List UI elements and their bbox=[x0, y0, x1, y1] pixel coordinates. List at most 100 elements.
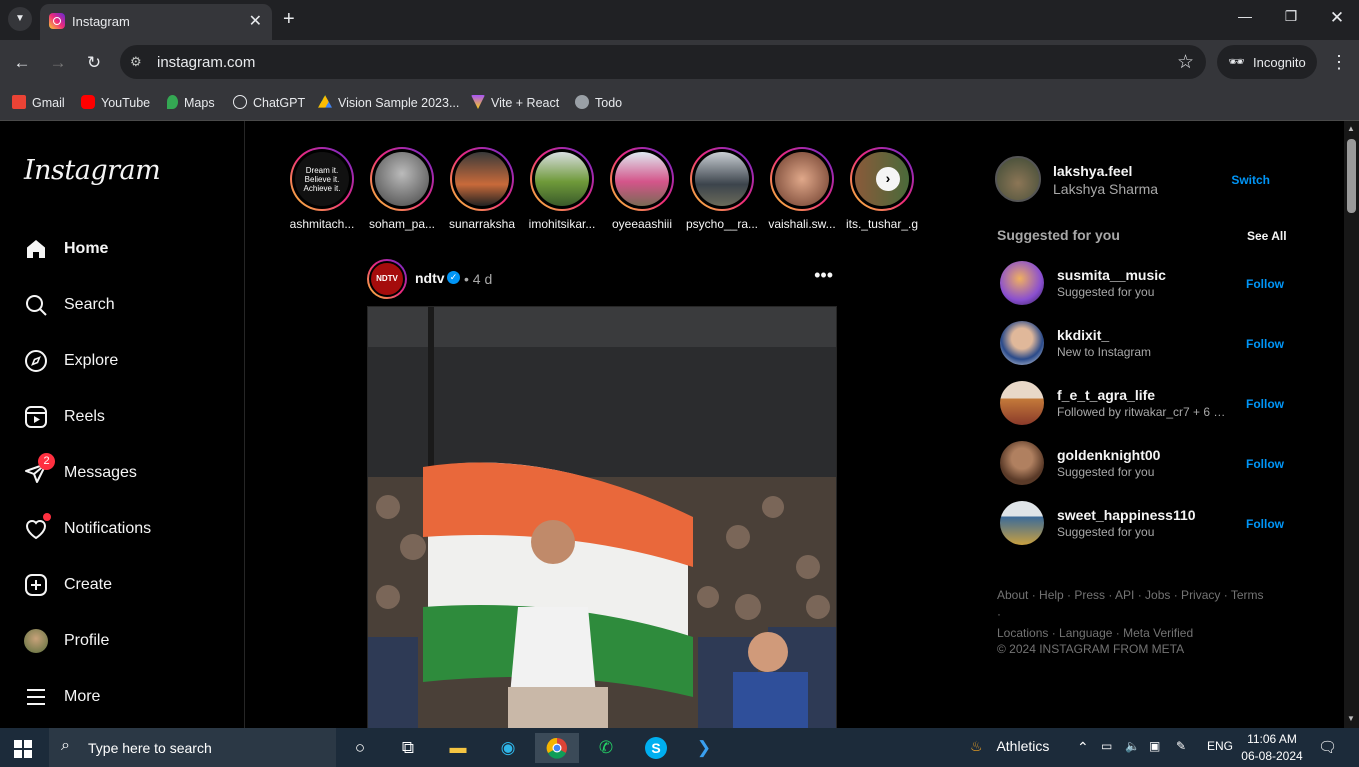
notification-center-icon[interactable]: 🗨 bbox=[1318, 738, 1337, 756]
forward-button[interactable]: → bbox=[46, 51, 70, 75]
sidebar-item-home[interactable]: Home bbox=[24, 237, 234, 265]
post-more-options-icon[interactable]: ••• bbox=[814, 265, 833, 286]
instagram-logo[interactable]: Instagram bbox=[24, 155, 161, 186]
suggestion-username[interactable]: kkdixit_ bbox=[1057, 327, 1109, 343]
footer-links[interactable]: About · Help · Press · API · Jobs · Priv… bbox=[997, 586, 1267, 643]
suggestion-avatar[interactable] bbox=[1000, 321, 1044, 365]
tab-search-button[interactable]: ▼ bbox=[8, 7, 32, 31]
current-account-avatar[interactable] bbox=[995, 156, 1041, 202]
suggestion-avatar[interactable] bbox=[1000, 441, 1044, 485]
restore-button[interactable]: ❐ bbox=[1268, 8, 1314, 32]
sidebar-item-messages[interactable]: 2 Messages bbox=[24, 453, 234, 489]
switch-account-button[interactable]: Switch bbox=[1231, 173, 1270, 187]
suggestion-item: sweet_happiness110 Suggested for you Fol… bbox=[1000, 501, 1285, 547]
bookmark-maps[interactable]: Maps bbox=[167, 92, 215, 114]
suggestion-subtitle: New to Instagram bbox=[1057, 345, 1152, 359]
story-username: ashmitach... bbox=[289, 217, 355, 231]
suggestion-username[interactable]: susmita__music bbox=[1057, 267, 1166, 283]
bookmark-gmail[interactable]: Gmail bbox=[12, 92, 65, 114]
bookmark-chatgpt[interactable]: ChatGPT bbox=[233, 92, 305, 114]
follow-button[interactable]: Follow bbox=[1246, 277, 1284, 291]
sidebar-item-reels[interactable]: Reels bbox=[24, 405, 234, 433]
sidebar-item-notifications[interactable]: Notifications bbox=[24, 513, 234, 545]
follow-button[interactable]: Follow bbox=[1246, 337, 1284, 351]
suggestion-subtitle: Suggested for you bbox=[1057, 285, 1155, 299]
skype-icon[interactable]: S bbox=[641, 733, 671, 763]
suggestion-username[interactable]: sweet_happiness110 bbox=[1057, 507, 1196, 523]
sidebar-item-search[interactable]: Search bbox=[24, 293, 234, 321]
chrome-icon[interactable] bbox=[535, 733, 579, 763]
footer-links-line[interactable]: About · Help · Press · API · Jobs · Priv… bbox=[997, 586, 1267, 624]
file-explorer-icon[interactable]: ▬ bbox=[443, 733, 473, 763]
suggestion-item: goldenknight00 Suggested for you Follow bbox=[1000, 441, 1285, 487]
suggestion-username[interactable]: f_e_t_agra_life bbox=[1057, 387, 1155, 403]
suggestion-item: kkdixit_ New to Instagram Follow bbox=[1000, 321, 1285, 367]
see-all-button[interactable]: See All bbox=[1247, 229, 1287, 243]
new-tab-button[interactable]: + bbox=[283, 9, 295, 29]
url-text[interactable]: instagram.com bbox=[157, 54, 255, 71]
reload-button[interactable]: ↻ bbox=[82, 51, 106, 75]
scrollbar-thumb[interactable] bbox=[1347, 139, 1356, 213]
bookmark-label: Todo bbox=[595, 96, 623, 110]
gmail-icon bbox=[12, 95, 26, 109]
post-media[interactable] bbox=[367, 306, 837, 728]
sidebar-item-profile[interactable]: Profile bbox=[24, 629, 234, 657]
story-username: vaishali.sw... bbox=[768, 217, 836, 231]
suggestion-avatar[interactable] bbox=[1000, 501, 1044, 545]
whatsapp-icon[interactable]: ✆ bbox=[591, 733, 621, 763]
suggestion-username[interactable]: goldenknight00 bbox=[1057, 447, 1160, 463]
bookmark-label: YouTube bbox=[101, 96, 151, 110]
post-author-avatar[interactable]: NDTV bbox=[367, 259, 407, 299]
footer-links-line[interactable]: Locations · Language · Meta Verified bbox=[997, 624, 1267, 643]
weather-text: Athletics bbox=[996, 738, 1050, 754]
post-timestamp: • 4 d bbox=[464, 271, 492, 287]
cortana-icon[interactable]: ○ bbox=[345, 733, 375, 763]
bookmark-star-icon[interactable]: ☆ bbox=[1177, 51, 1194, 74]
bookmark-youtube[interactable]: YouTube bbox=[81, 92, 150, 114]
post-author-username[interactable]: ndtv bbox=[415, 270, 445, 286]
close-tab-icon[interactable]: ✕ bbox=[249, 11, 262, 31]
incognito-indicator[interactable]: 🕶 Incognito bbox=[1217, 45, 1317, 79]
follow-button[interactable]: Follow bbox=[1246, 457, 1284, 471]
volume-muted-icon[interactable]: 🔈 bbox=[1125, 739, 1140, 753]
windows-start-icon[interactable] bbox=[14, 740, 32, 758]
task-view-icon[interactable]: ⧉ bbox=[393, 733, 423, 763]
verified-badge-icon: ✓ bbox=[447, 271, 460, 284]
close-window-button[interactable]: ✕ bbox=[1314, 8, 1359, 32]
browser-menu-icon[interactable]: ⋮ bbox=[1330, 52, 1348, 73]
globe-icon bbox=[575, 95, 589, 109]
sidebar-item-explore[interactable]: Explore bbox=[24, 349, 234, 377]
taskbar-search-box[interactable]: ⌕ Type here to search bbox=[49, 728, 336, 767]
sidebar-item-create[interactable]: Create bbox=[24, 573, 234, 601]
stories-next-button[interactable]: › bbox=[876, 167, 900, 191]
minimize-button[interactable]: — bbox=[1222, 8, 1268, 32]
bookmark-todo[interactable]: Todo bbox=[575, 92, 622, 114]
scroll-down-arrow-icon[interactable]: ▼ bbox=[1347, 714, 1355, 723]
bookmark-vision-sample[interactable]: Vision Sample 2023... bbox=[318, 92, 459, 114]
weather-widget[interactable]: ♨ Athletics bbox=[970, 738, 1049, 755]
scroll-up-arrow-icon[interactable]: ▲ bbox=[1347, 124, 1355, 133]
page-scrollbar[interactable]: ▲ ▼ bbox=[1344, 121, 1359, 728]
follow-button[interactable]: Follow bbox=[1246, 397, 1284, 411]
drive-icon bbox=[318, 95, 332, 108]
bookmark-vite-react[interactable]: Vite + React bbox=[471, 92, 559, 114]
language-indicator[interactable]: ENG bbox=[1207, 739, 1233, 753]
tab-instagram[interactable]: Instagram ✕ bbox=[40, 4, 272, 40]
taskbar-clock[interactable]: 11:06 AM 06-08-2024 bbox=[1236, 731, 1308, 765]
pen-icon[interactable]: ✎ bbox=[1176, 739, 1186, 753]
profile-avatar bbox=[24, 629, 48, 653]
sidebar-item-more[interactable]: More bbox=[24, 685, 234, 713]
suggestion-avatar[interactable] bbox=[1000, 381, 1044, 425]
site-info-icon[interactable]: ⚙ bbox=[130, 54, 142, 70]
network-icon[interactable]: ▣ bbox=[1149, 739, 1160, 753]
address-bar[interactable]: ⚙ instagram.com ☆ bbox=[120, 45, 1206, 79]
camera-icon[interactable]: ▭ bbox=[1101, 739, 1112, 753]
suggestion-item: f_e_t_agra_life Followed by ritwakar_cr7… bbox=[1000, 381, 1285, 427]
current-account-username[interactable]: lakshya.feel bbox=[1053, 163, 1132, 179]
edge-icon[interactable]: ◉ bbox=[493, 733, 523, 763]
suggestion-avatar[interactable] bbox=[1000, 261, 1044, 305]
back-button[interactable]: ← bbox=[10, 51, 34, 75]
tray-chevron-icon[interactable]: ⌃ bbox=[1077, 739, 1089, 756]
follow-button[interactable]: Follow bbox=[1246, 517, 1284, 531]
vscode-icon[interactable]: ❯ bbox=[689, 733, 719, 763]
